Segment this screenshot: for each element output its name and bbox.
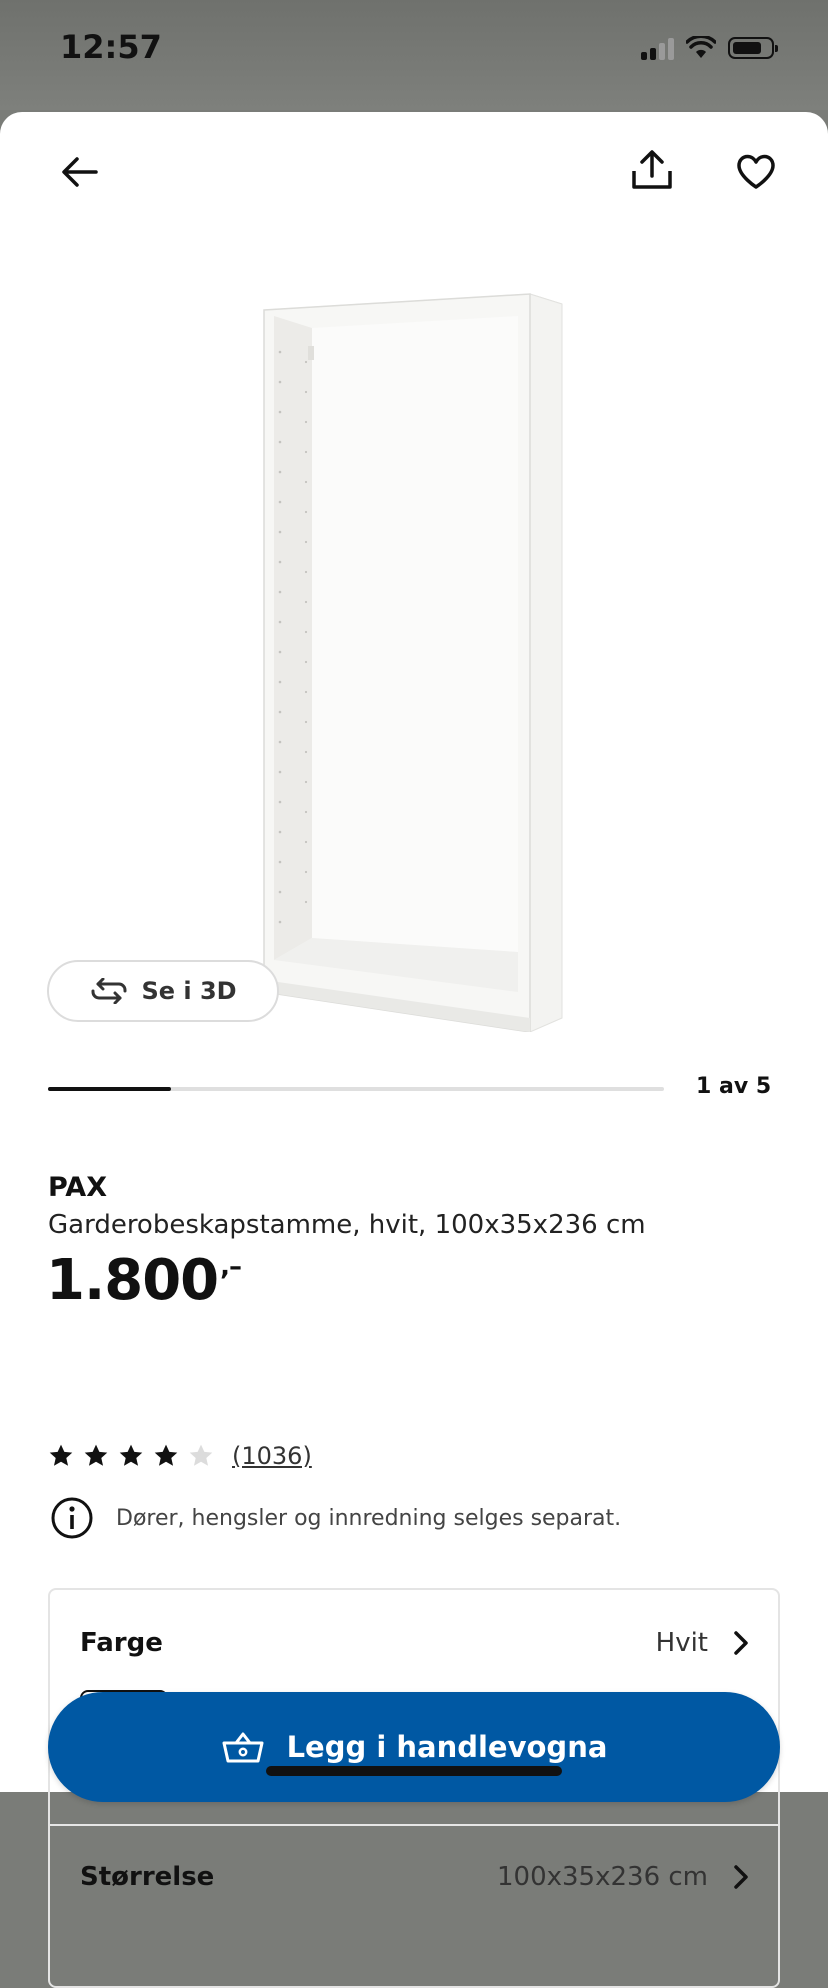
product-price: 1.800,– (46, 1248, 242, 1313)
info-notice: Dører, hengsler og innredning selges sep… (50, 1496, 621, 1540)
color-value: Hvit (655, 1628, 708, 1658)
rating-stars (48, 1443, 214, 1469)
star-filled-icon (49, 1444, 73, 1466)
product-name: PAX (48, 1172, 108, 1203)
heart-icon (737, 154, 775, 189)
size-value: 100x35x236 cm (497, 1862, 708, 1892)
view-3d-button[interactable]: Se i 3D (47, 960, 279, 1022)
arrow-left-icon (62, 157, 98, 187)
price-suffix: ,– (220, 1252, 242, 1282)
review-count-link[interactable]: (1036) (232, 1442, 312, 1470)
size-label: Størrelse (80, 1862, 215, 1892)
wifi-icon (686, 36, 716, 58)
status-icons (641, 36, 778, 60)
color-label: Farge (80, 1628, 163, 1658)
gallery-progress-fill (48, 1087, 172, 1091)
product-sheet: Se i 3D 1 av 5 PAX Garderobeskapstamme, … (0, 112, 828, 1988)
rotate-3d-icon (91, 978, 127, 1004)
add-to-cart-button[interactable]: Legg i handlevogna (48, 1692, 780, 1802)
star-empty-icon (189, 1444, 213, 1466)
basket-icon (222, 1732, 264, 1763)
info-text: Dører, hengsler og innredning selges sep… (116, 1505, 622, 1531)
star-filled-icon (84, 1444, 108, 1466)
favorite-button[interactable] (726, 142, 786, 202)
chevron-right-icon (734, 1631, 748, 1655)
product-image[interactable] (262, 292, 572, 1032)
rating[interactable]: (1036) (48, 1442, 312, 1470)
add-to-cart-label: Legg i handlevogna (286, 1730, 608, 1764)
product-description: Garderobeskapstamme, hvit, 100x35x236 cm (48, 1210, 646, 1240)
status-bar: 12:57 (0, 0, 828, 110)
info-icon (51, 1497, 93, 1539)
star-filled-icon (154, 1444, 178, 1466)
star-filled-icon (119, 1444, 143, 1466)
size-option-row[interactable]: Størrelse 100x35x236 cm (80, 1862, 750, 1892)
signal-icon (641, 36, 674, 60)
price-amount: 1.800 (46, 1248, 219, 1313)
status-time: 12:57 (60, 28, 162, 66)
view-3d-label: Se i 3D (141, 977, 237, 1005)
gallery-progress (48, 1087, 664, 1091)
chevron-right-icon (734, 1865, 748, 1889)
gallery-page-counter: 1 av 5 (696, 1074, 772, 1099)
battery-icon (728, 37, 778, 59)
share-button[interactable] (622, 140, 682, 200)
back-button[interactable] (50, 142, 110, 202)
home-indicator[interactable] (266, 1766, 562, 1776)
color-option-row[interactable]: Farge Hvit (80, 1628, 750, 1658)
share-icon (632, 150, 672, 189)
divider (50, 1824, 778, 1826)
